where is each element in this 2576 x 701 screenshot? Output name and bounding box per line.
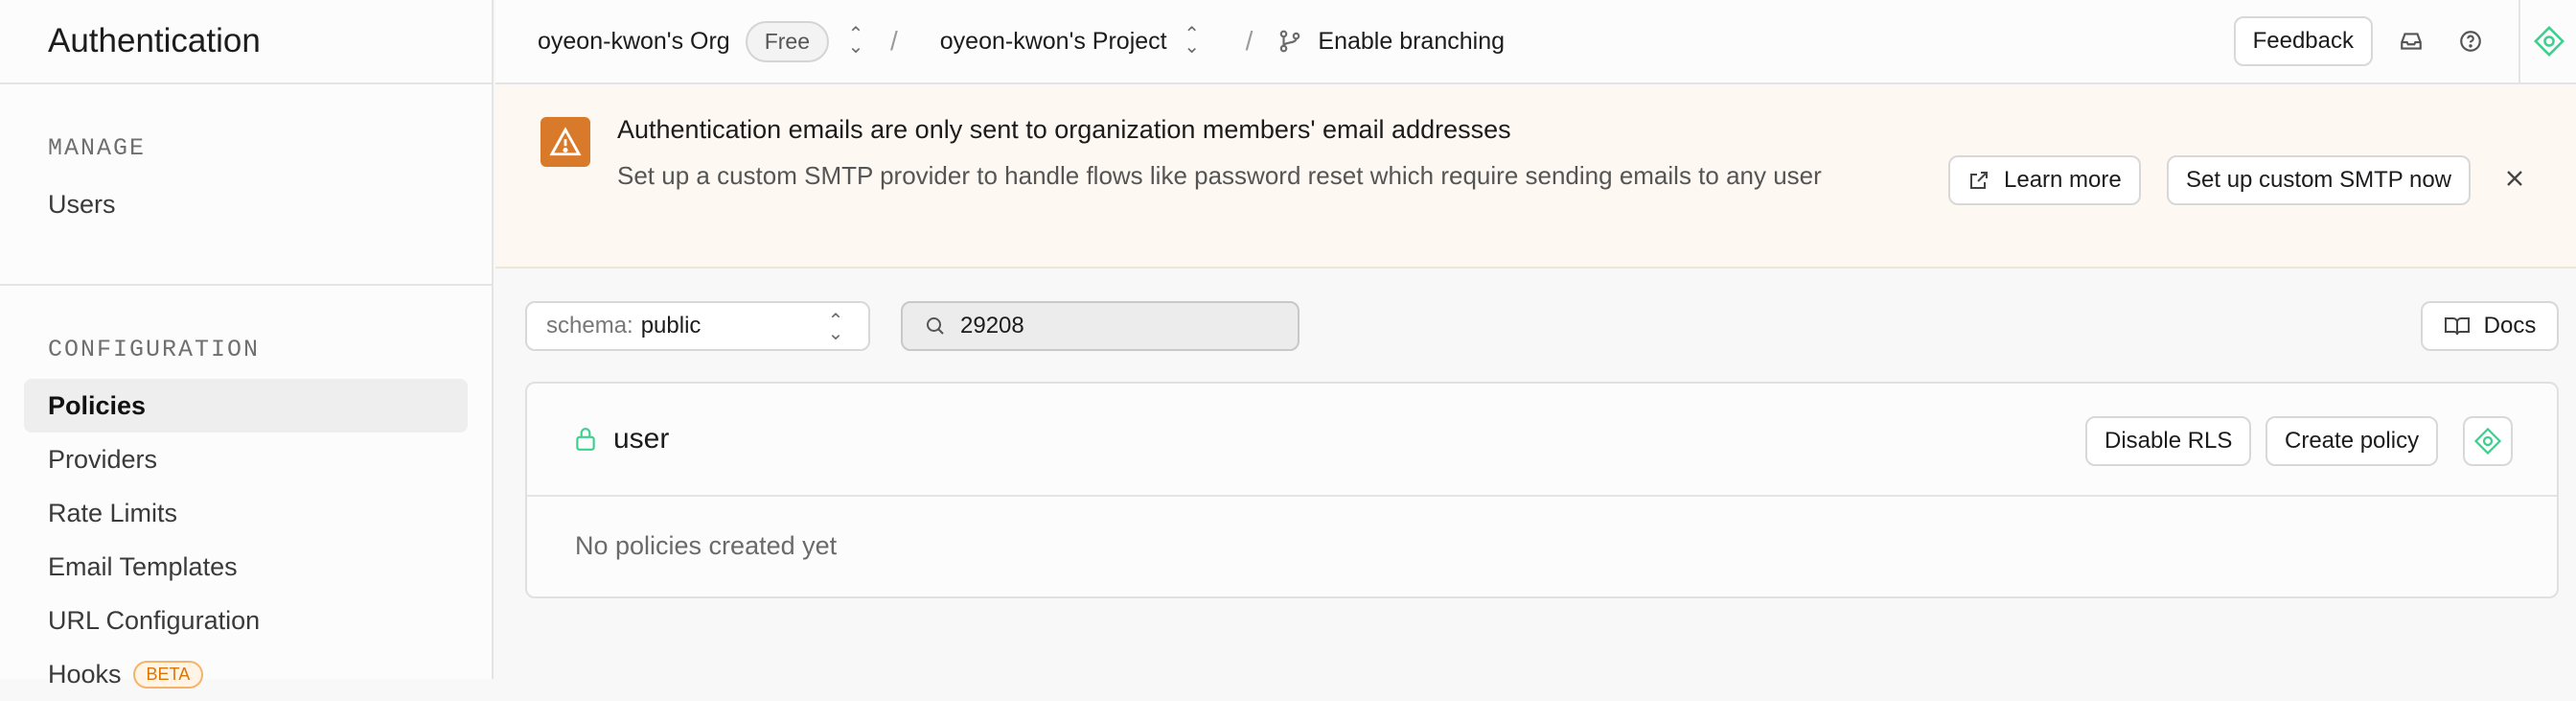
manage-section: MANAGE Users — [0, 84, 492, 286]
sidebar-item-rate-limits[interactable]: Rate Limits — [24, 486, 468, 540]
configuration-section-label: CONFIGURATION — [48, 336, 261, 363]
external-link-icon — [1967, 169, 1990, 192]
schema-select-prefix: schema: — [546, 313, 633, 339]
sidebar-item-users[interactable]: Users — [24, 177, 468, 231]
sidebar-item-providers[interactable]: Providers — [24, 432, 468, 486]
learn-more-label: Learn more — [2004, 167, 2122, 193]
breadcrumb-separator: / — [890, 26, 898, 56]
table-card-header: user — [527, 384, 2557, 497]
chevron-up-down-icon: ⌃ ⌄ — [827, 311, 844, 344]
feedback-button[interactable]: Feedback — [2233, 16, 2373, 66]
close-icon[interactable] — [2501, 165, 2528, 192]
top-bar: oyeon-kwon's Org Free ⌃ ⌄ / oyeon-kwon's … — [495, 0, 2576, 84]
inbox-icon[interactable] — [2390, 20, 2432, 62]
disable-rls-button[interactable]: Disable RLS — [2085, 416, 2252, 466]
table-name: user — [613, 423, 670, 455]
org-switcher-icon[interactable]: ⌃ ⌄ — [844, 25, 867, 57]
sidebar: Authentication MANAGE Users CONFIGURATIO… — [0, 0, 494, 689]
create-policy-button[interactable]: Create policy — [2266, 416, 2439, 466]
plan-badge: Free — [745, 20, 829, 62]
docs-label: Docs — [2483, 313, 2537, 339]
configuration-section: CONFIGURATION Policies Providers Rate Li… — [0, 286, 492, 701]
sidebar-item-label: Hooks — [48, 659, 122, 689]
manage-section-label: MANAGE — [48, 134, 147, 162]
banner-title: Authentication emails are only sent to o… — [617, 115, 1511, 144]
breadcrumb-project[interactable]: oyeon-kwon's Project — [940, 28, 1167, 56]
schema-select-value: public — [640, 313, 702, 339]
project-switcher-icon[interactable]: ⌃ ⌄ — [1181, 25, 1204, 57]
schema-select[interactable]: schema: public ⌃ ⌄ — [525, 301, 870, 351]
learn-more-button[interactable]: Learn more — [1948, 155, 2141, 205]
book-icon — [2444, 315, 2471, 338]
smtp-warning-banner: Authentication emails are only sent to o… — [495, 86, 2576, 269]
setup-smtp-button[interactable]: Set up custom SMTP now — [2167, 155, 2472, 205]
beta-badge: BETA — [132, 660, 204, 689]
assistant-icon[interactable] — [2528, 20, 2570, 62]
warning-icon — [540, 117, 590, 167]
sidebar-item-url-configuration[interactable]: URL Configuration — [24, 594, 468, 647]
enable-branching-button[interactable]: Enable branching — [1318, 28, 1505, 56]
divider — [2518, 0, 2520, 83]
search-input[interactable]: 29208 — [901, 301, 1300, 351]
assistant-icon — [2473, 427, 2502, 456]
page-title: Authentication — [48, 22, 261, 59]
ai-policy-button[interactable] — [2463, 416, 2513, 466]
sidebar-header: Authentication — [0, 0, 492, 84]
sidebar-item-email-templates[interactable]: Email Templates — [24, 540, 468, 594]
sidebar-item-hooks[interactable]: Hooks BETA — [24, 647, 468, 701]
docs-button[interactable]: Docs — [2421, 301, 2559, 351]
branch-icon — [1277, 29, 1302, 54]
banner-description: Set up a custom SMTP provider to handle … — [617, 161, 1822, 190]
breadcrumb-org[interactable]: oyeon-kwon's Org — [538, 28, 730, 56]
lock-icon — [573, 426, 598, 453]
empty-policies-message: No policies created yet — [575, 531, 838, 560]
table-policy-card: user Disable RLS Create policy No polici… — [525, 382, 2559, 598]
search-icon — [924, 315, 947, 338]
sidebar-item-policies[interactable]: Policies — [24, 379, 468, 432]
help-icon[interactable] — [2450, 20, 2492, 62]
breadcrumb-separator: / — [1245, 26, 1254, 56]
search-input-value: 29208 — [960, 313, 1024, 339]
